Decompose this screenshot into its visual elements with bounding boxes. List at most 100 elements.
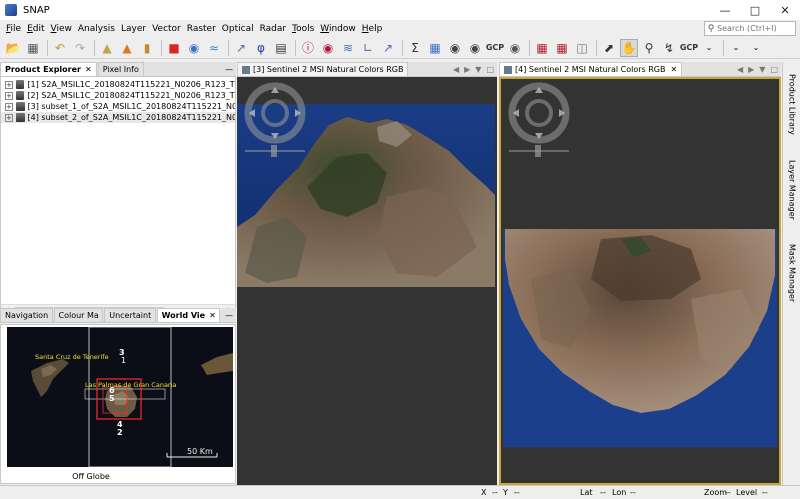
maximize-button[interactable]: □ bbox=[740, 0, 770, 20]
bottom-tabstrip: Navigation Colour Ma Uncertaint World Vi… bbox=[0, 308, 236, 323]
search-input[interactable] bbox=[717, 24, 793, 33]
statistics-icon[interactable]: ◉ bbox=[319, 39, 337, 57]
maximize-view-icon[interactable]: □ bbox=[770, 65, 778, 74]
expand-icon[interactable]: + bbox=[5, 102, 13, 111]
expand-icon[interactable]: + bbox=[5, 91, 13, 100]
close-icon[interactable]: ✕ bbox=[670, 65, 677, 74]
eye-icon[interactable]: ◉ bbox=[446, 39, 464, 57]
pin-placing-icon[interactable]: ↯ bbox=[660, 39, 678, 57]
tree-item[interactable]: + [2] S2A_MSIL1C_20180824T115221_N0206_R… bbox=[1, 90, 235, 101]
menu-help[interactable]: Help bbox=[359, 24, 386, 34]
product-icon bbox=[15, 113, 25, 122]
menu-radar[interactable]: Radar bbox=[257, 24, 290, 34]
image-canvas[interactable] bbox=[499, 77, 781, 485]
minimize-button[interactable]: — bbox=[710, 0, 740, 20]
spectrum-view-icon[interactable]: ↗ bbox=[232, 39, 250, 57]
scroll-tabs-left-icon[interactable]: ◀ bbox=[453, 65, 459, 74]
menu-tools[interactable]: Tools bbox=[289, 24, 317, 34]
menu-analysis[interactable]: Analysis bbox=[75, 24, 118, 34]
close-icon[interactable]: ✕ bbox=[209, 311, 216, 320]
navigation-wheel[interactable] bbox=[505, 81, 575, 161]
expand-icon[interactable]: + bbox=[5, 113, 13, 122]
expand-icon[interactable]: + bbox=[5, 80, 13, 89]
tree-item[interactable]: + [3] subset_1_of_S2A_MSIL1C_20180824T11… bbox=[1, 101, 235, 112]
scatter-plot-icon[interactable]: ∟ bbox=[359, 39, 377, 57]
histogram-icon[interactable]: ▤ bbox=[272, 39, 290, 57]
wave-icon[interactable]: ≈ bbox=[205, 39, 223, 57]
side-tab-layer-manager[interactable]: Layer Manager bbox=[785, 152, 799, 228]
toolbar-overflow-icon[interactable]: ⌄ bbox=[727, 39, 745, 57]
maximize-view-icon[interactable]: □ bbox=[486, 65, 494, 74]
select-tool-icon[interactable]: ⬈ bbox=[600, 39, 618, 57]
information-icon[interactable]: ⓘ bbox=[299, 39, 317, 57]
redo-icon[interactable]: ↷ bbox=[71, 39, 89, 57]
save-product-icon[interactable]: ▦ bbox=[24, 39, 42, 57]
world-map[interactable]: 50 Km Santa Cruz de Tenerife Las Palmas … bbox=[7, 327, 233, 467]
left-panel: Product Explorer ✕ Pixel Info — + [1] S2A… bbox=[0, 62, 236, 485]
menu-optical[interactable]: Optical bbox=[219, 24, 257, 34]
menu-edit[interactable]: Edit bbox=[24, 24, 47, 34]
flame-icon[interactable]: ▲ bbox=[118, 39, 136, 57]
menu-bar: File Edit View Analysis Layer Vector Ras… bbox=[0, 20, 800, 37]
menu-vector[interactable]: Vector bbox=[149, 24, 184, 34]
status-y-label: Y bbox=[503, 488, 508, 497]
tab-list-icon[interactable]: ▼ bbox=[475, 65, 481, 74]
navigation-wheel[interactable] bbox=[241, 81, 311, 161]
sigma-icon[interactable]: Σ bbox=[406, 39, 424, 57]
scroll-tabs-right-icon[interactable]: ▶ bbox=[748, 65, 754, 74]
bar-chart-icon[interactable]: ▮ bbox=[138, 39, 156, 57]
undo-icon[interactable]: ↶ bbox=[51, 39, 69, 57]
menu-raster[interactable]: Raster bbox=[184, 24, 219, 34]
plot-icon[interactable]: ↗ bbox=[379, 39, 397, 57]
tab-colour-manipulation[interactable]: Colour Ma bbox=[53, 308, 104, 322]
snap-logo-icon bbox=[5, 4, 17, 16]
gcp-placing-icon[interactable]: GCP bbox=[680, 39, 698, 57]
phi-lambda-icon[interactable]: φ bbox=[252, 39, 270, 57]
side-tab-product-library[interactable]: Product Library bbox=[785, 66, 799, 142]
tab-pixel-info[interactable]: Pixel Info bbox=[97, 62, 144, 76]
pan-tool-icon[interactable]: ✋ bbox=[620, 38, 638, 57]
batch-processing-icon[interactable]: ▦ bbox=[553, 39, 571, 57]
image-view-icon bbox=[242, 65, 250, 74]
tab-world-view[interactable]: World Vie ✕ bbox=[156, 308, 220, 322]
more-tools-chevron-icon[interactable]: ⌄ bbox=[700, 39, 718, 57]
tab-view-4[interactable]: [4] Sentinel 2 MSI Natural Colors RGB ✕ bbox=[499, 62, 683, 76]
tree-item[interactable]: + [4] subset_2_of_S2A_MSIL1C_20180824T11… bbox=[1, 112, 235, 123]
scroll-tabs-left-icon[interactable]: ◀ bbox=[737, 65, 743, 74]
image-canvas[interactable] bbox=[237, 77, 497, 485]
menu-window[interactable]: Window bbox=[317, 24, 359, 34]
band-maths-icon[interactable]: ▲ bbox=[98, 39, 116, 57]
search-box: ⚲ bbox=[704, 21, 796, 36]
menu-file[interactable]: File bbox=[3, 24, 24, 34]
close-button[interactable]: ✕ bbox=[770, 0, 800, 20]
split-view-icon[interactable]: ◫ bbox=[573, 39, 591, 57]
tree-item[interactable]: + [1] S2A_MSIL1C_20180824T115221_N0206_R… bbox=[1, 79, 235, 90]
toolbar-overflow2-icon[interactable]: ⌄ bbox=[747, 39, 765, 57]
tab-list-icon[interactable]: ▼ bbox=[759, 65, 765, 74]
status-lat-value: -- bbox=[600, 488, 606, 497]
image-view-icon bbox=[504, 65, 512, 74]
open-product-icon[interactable]: 📂 bbox=[4, 39, 22, 57]
mask-icon[interactable]: ▦ bbox=[426, 39, 444, 57]
target-icon[interactable]: ◉ bbox=[506, 39, 524, 57]
tab-uncertainty[interactable]: Uncertaint bbox=[104, 308, 156, 322]
close-icon[interactable]: ✕ bbox=[85, 65, 92, 74]
tab-view-3[interactable]: [3] Sentinel 2 MSI Natural Colors RGB bbox=[237, 62, 409, 76]
graph-builder-icon[interactable]: ▦ bbox=[533, 39, 551, 57]
profile-plot-icon[interactable]: ≋ bbox=[339, 39, 357, 57]
minimize-panel-icon[interactable]: — bbox=[225, 311, 233, 320]
scroll-tabs-right-icon[interactable]: ▶ bbox=[464, 65, 470, 74]
color-palette-icon[interactable]: ■ bbox=[165, 39, 183, 57]
tab-navigation[interactable]: Navigation bbox=[0, 308, 53, 322]
status-zoom-label: Zoom bbox=[704, 488, 728, 497]
menu-view[interactable]: View bbox=[48, 24, 75, 34]
tab-product-explorer[interactable]: Product Explorer ✕ bbox=[0, 62, 97, 76]
minimize-panel-icon[interactable]: — bbox=[225, 65, 233, 74]
pin-icon[interactable]: ◉ bbox=[466, 39, 484, 57]
rgb-image-icon[interactable]: ◉ bbox=[185, 39, 203, 57]
menu-layer[interactable]: Layer bbox=[118, 24, 149, 34]
gcp-tool-icon[interactable]: GCP bbox=[486, 39, 504, 57]
place-label-las-palmas: Las Palmas de Gran Canaria bbox=[85, 381, 176, 389]
side-tab-mask-manager[interactable]: Mask Manager bbox=[785, 238, 799, 308]
zoom-tool-icon[interactable]: ⚲ bbox=[640, 39, 658, 57]
